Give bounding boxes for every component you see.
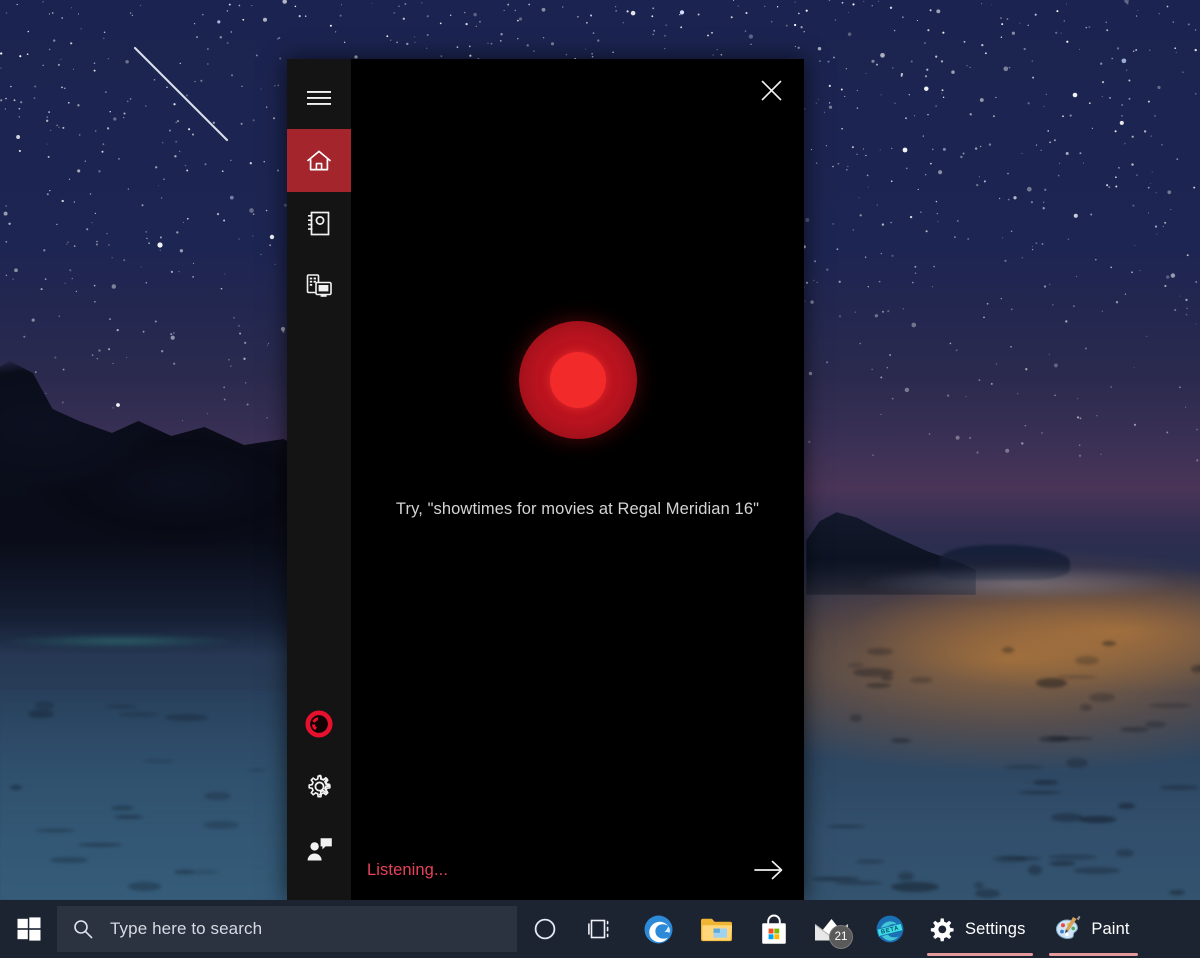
desktop-root: Try, "showtimes for movies at Regal Meri… <box>0 0 1200 958</box>
cortana-main: Try, "showtimes for movies at Regal Meri… <box>351 59 804 901</box>
hamburger-menu-icon <box>307 90 331 105</box>
gear-icon <box>307 774 331 798</box>
arrow-right-icon <box>754 860 783 880</box>
taskbar-item-edge[interactable] <box>629 900 687 958</box>
sidebar-item-cortana[interactable] <box>287 692 351 755</box>
close-button[interactable] <box>748 69 794 111</box>
taskbar-window-label: Paint <box>1091 919 1130 938</box>
listening-status: Listening... <box>367 860 449 879</box>
close-icon <box>761 80 781 100</box>
taskbar: Type here to search 21 BETA Settings Pai… <box>0 900 1200 958</box>
mail-badge: 21 <box>829 925 853 949</box>
taskbar-window-settings[interactable]: Settings <box>919 900 1041 958</box>
wallpaper-water-left <box>0 690 290 900</box>
folder-icon <box>701 918 732 942</box>
taskbar-window-label: Settings <box>965 919 1026 938</box>
taskbar-item-microsoft-store[interactable] <box>745 900 803 958</box>
windows-logo-icon <box>17 917 40 941</box>
sidebar-item-feedback[interactable] <box>287 818 351 881</box>
search-input[interactable]: Type here to search <box>57 906 517 952</box>
search-placeholder-text: Type here to search <box>110 919 263 938</box>
mic-area: Try, "showtimes for movies at Regal Meri… <box>351 321 804 519</box>
window-open-indicator <box>927 953 1034 956</box>
microphone-record-icon <box>549 352 606 408</box>
wallpaper-algae <box>0 630 290 652</box>
task-view-icon <box>588 919 609 939</box>
search-icon <box>74 920 93 939</box>
taskbar-item-edge-beta[interactable]: BETA <box>861 900 919 958</box>
sidebar-item-hamburger[interactable] <box>287 66 351 129</box>
taskbar-task-view-button[interactable] <box>573 900 629 958</box>
microphone-record-button[interactable] <box>518 321 637 439</box>
sidebar-item-home[interactable] <box>287 129 351 192</box>
edge-beta-icon: BETA <box>876 915 904 943</box>
taskbar-item-file-explorer[interactable] <box>687 900 745 958</box>
gear-icon <box>930 917 954 941</box>
taskbar-item-mail[interactable]: 21 <box>803 900 861 958</box>
paint-palette-icon <box>1056 915 1081 939</box>
taskbar-window-paint[interactable]: Paint <box>1041 900 1145 958</box>
submit-button[interactable] <box>750 851 788 889</box>
sidebar-item-settings[interactable] <box>287 755 351 818</box>
store-bag-icon <box>762 914 786 944</box>
cortana-circle-icon <box>534 918 556 940</box>
sidebar-item-notebook[interactable] <box>287 192 351 255</box>
sidebar-item-devices[interactable] <box>287 255 351 318</box>
edge-icon <box>644 915 672 943</box>
meteor-streak-icon <box>133 46 229 142</box>
notebook-icon <box>307 211 329 236</box>
cortana-panel: Try, "showtimes for movies at Regal Meri… <box>287 59 804 901</box>
feedback-person-icon <box>307 838 332 861</box>
home-icon <box>307 150 331 170</box>
cortana-hint-text: Try, "showtimes for movies at Regal Meri… <box>395 500 760 518</box>
cortana-sidebar <box>287 59 351 901</box>
cortana-footer: Listening... <box>351 839 804 901</box>
window-open-indicator <box>1049 953 1138 956</box>
start-button[interactable] <box>0 900 57 958</box>
cortana-logo-icon <box>305 710 333 737</box>
taskbar-cortana-button[interactable] <box>517 900 573 958</box>
devices-icon <box>306 274 332 297</box>
wallpaper-surf <box>860 555 1200 615</box>
